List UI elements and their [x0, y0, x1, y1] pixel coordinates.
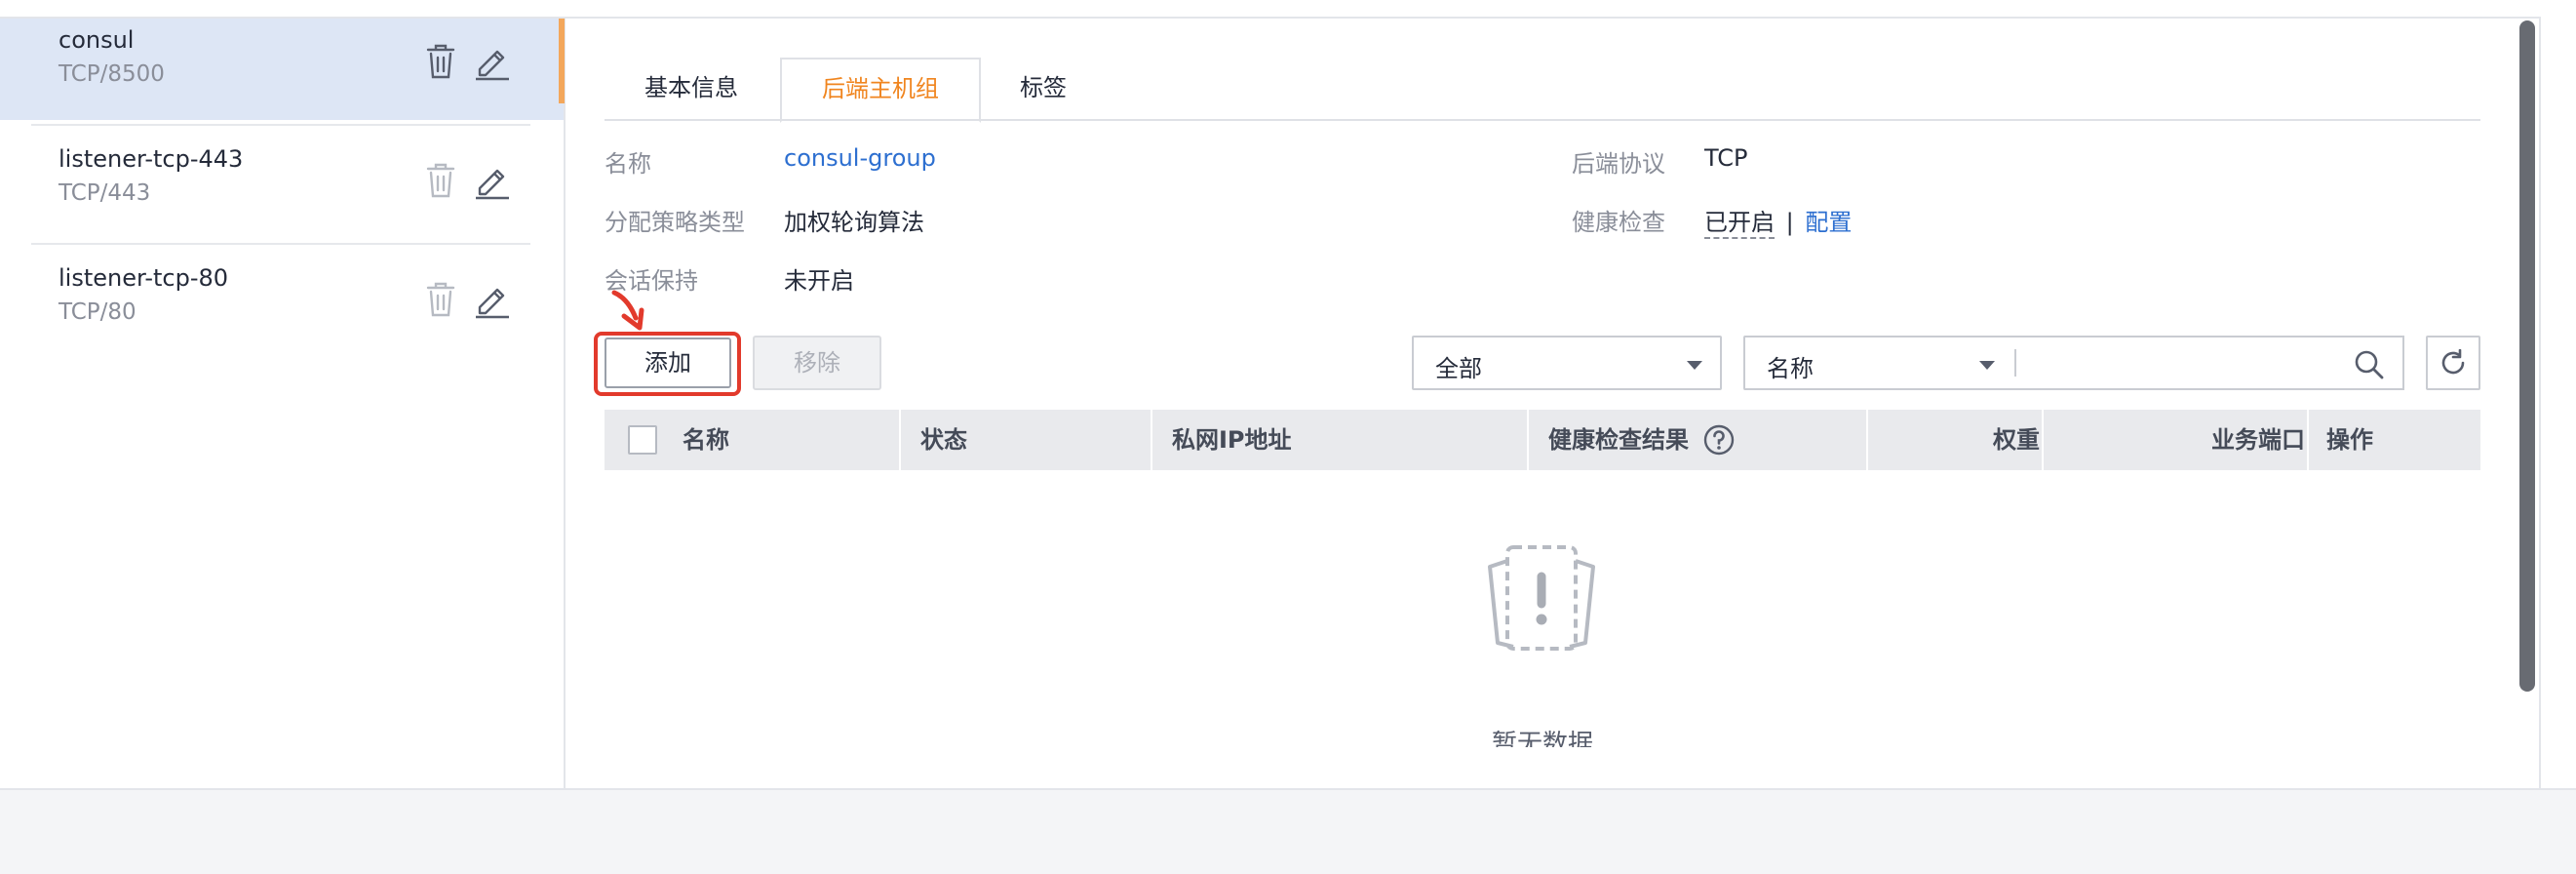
selected-indicator — [559, 19, 565, 103]
scrollbar[interactable] — [2519, 20, 2535, 692]
listener-list: consul TCP/8500 listener-tcp-443 TCP/443… — [0, 19, 564, 788]
remove-button[interactable]: 移除 — [753, 336, 881, 390]
health-label: 健康检查 — [1572, 209, 1665, 236]
strategy-value: 加权轮询算法 — [784, 209, 924, 236]
health-status-group: 已开启 | 配置 — [1704, 203, 1852, 239]
add-button[interactable]: 添加 — [605, 338, 731, 388]
search-input[interactable] — [2014, 349, 2350, 378]
tab-tags[interactable]: 标签 — [981, 59, 1106, 119]
select-all-checkbox[interactable] — [628, 425, 657, 455]
health-separator: | — [1785, 209, 1794, 236]
column-header-port[interactable]: 业务端口 — [2063, 410, 2305, 470]
column-divider — [1866, 410, 1868, 470]
tab-bar-border — [605, 119, 2480, 121]
column-header-health-result[interactable]: 健康检查结果 — [1548, 410, 1689, 470]
column-divider — [899, 410, 901, 470]
listener-protocol: TCP/80 — [59, 299, 137, 325]
help-circle-icon[interactable] — [1702, 423, 1736, 457]
search-icon[interactable] — [2354, 349, 2385, 380]
column-divider — [2042, 410, 2044, 470]
listener-protocol: TCP/443 — [59, 180, 151, 206]
listener-item-tcp-80[interactable]: listener-tcp-80 TCP/80 — [0, 243, 564, 358]
search-field-value: 名称 — [1767, 355, 1814, 382]
search-box — [2014, 336, 2404, 390]
listener-name: listener-tcp-80 — [59, 264, 229, 292]
health-config-link[interactable]: 配置 — [1805, 209, 1852, 236]
chevron-down-icon — [1979, 361, 1995, 370]
list-divider — [31, 124, 530, 126]
edit-icon[interactable] — [472, 42, 513, 81]
group-name-link[interactable]: consul-group — [784, 144, 936, 172]
empty-data-icon — [1488, 545, 1595, 651]
sidebar-divider — [564, 19, 566, 788]
column-header-weight[interactable]: 权重 — [1888, 410, 2040, 470]
column-header-actions: 操作 — [2326, 426, 2373, 454]
protocol-label: 后端协议 — [1572, 150, 1665, 178]
status-filter-value: 全部 — [1435, 355, 1482, 382]
refresh-icon — [2441, 349, 2465, 375]
listener-name: consul — [59, 26, 135, 54]
session-value: 未开启 — [784, 267, 854, 295]
edit-icon[interactable] — [472, 280, 513, 319]
frame-right-border — [2539, 17, 2541, 788]
trash-icon[interactable] — [421, 161, 460, 200]
listener-item-consul[interactable]: consul TCP/8500 — [0, 19, 564, 120]
edit-icon[interactable] — [472, 161, 513, 200]
column-header-status[interactable]: 状态 — [920, 410, 967, 470]
trash-icon[interactable] — [421, 42, 460, 81]
name-label: 名称 — [605, 150, 651, 178]
listener-item-tcp-443[interactable]: listener-tcp-443 TCP/443 — [0, 124, 564, 239]
health-status[interactable]: 已开启 — [1704, 209, 1775, 239]
listener-protocol: TCP/8500 — [59, 61, 165, 87]
refresh-button[interactable] — [2426, 336, 2480, 390]
listener-name: listener-tcp-443 — [59, 145, 244, 173]
search-input-divider — [2014, 349, 2016, 377]
table-header: 名称 状态 私网IP地址 健康检查结果 权重 业务端口 操作 — [605, 410, 2480, 470]
tab-basic-info[interactable]: 基本信息 — [606, 59, 776, 119]
status-filter-select[interactable]: 全部 — [1412, 336, 1722, 390]
column-divider — [2307, 410, 2309, 470]
protocol-value: TCP — [1704, 144, 1748, 172]
page-footer-area — [0, 788, 2576, 874]
column-divider — [1527, 410, 1529, 470]
list-divider — [31, 243, 530, 245]
tab-backend-group[interactable]: 后端主机组 — [780, 58, 981, 123]
column-divider — [1151, 410, 1152, 470]
strategy-label: 分配策略类型 — [605, 209, 745, 236]
search-field-select[interactable]: 名称 — [1743, 336, 2016, 390]
chevron-down-icon — [1687, 361, 1702, 370]
annotation-arrow-icon — [611, 290, 644, 331]
column-header-private-ip[interactable]: 私网IP地址 — [1172, 410, 1292, 470]
column-header-name[interactable]: 名称 — [683, 410, 729, 470]
empty-state-text: 暂无数据 — [1491, 730, 1593, 747]
trash-icon[interactable] — [421, 280, 460, 319]
